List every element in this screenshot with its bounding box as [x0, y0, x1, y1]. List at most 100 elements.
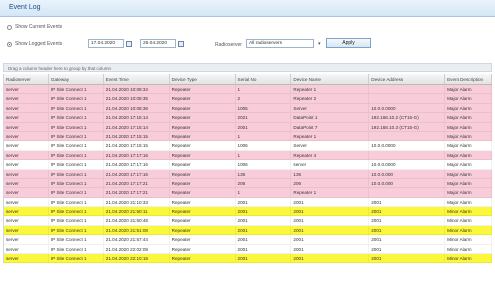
table-cell: 192.168.10.2 (CT15-G)	[369, 113, 446, 122]
table-cell: Repeater	[170, 244, 236, 254]
table-cell: IP Site Connect 1	[49, 197, 104, 207]
table-cell: IP Site Connect 1	[49, 113, 104, 122]
table-cell: Repeater	[170, 131, 236, 141]
table-row[interactable]: server IP Site Connect 1 21.04.2020 17:17:…	[4, 150, 492, 161]
show-logged-label: Show Logged Events	[15, 41, 63, 47]
column-header[interactable]: Serial No	[236, 74, 292, 84]
table-row[interactable]: server IP Site Connect 1 21.04.2020 10:08:…	[4, 85, 492, 95]
table-cell: Repeater 1	[291, 85, 370, 94]
table-cell: DataPoint 7	[291, 122, 370, 131]
table-row[interactable]: server IP Site Connect 1 21.04.2020 17:15:…	[4, 113, 492, 123]
table-cell: 2001	[291, 254, 370, 263]
logged-radio-icon[interactable]	[7, 41, 12, 47]
table-cell: 2001	[291, 207, 370, 216]
table-cell: 10.0.0.0000	[369, 141, 446, 150]
date-from-input[interactable]: 17.04.2020	[88, 39, 124, 48]
table-cell: 2001	[236, 207, 292, 216]
column-header[interactable]: Device Name	[291, 74, 370, 84]
table-row[interactable]: server IP Site Connect 1 21.04.2020 17:15:…	[4, 131, 492, 142]
table-cell: 21.04.2020 21:51:08	[104, 225, 170, 235]
table-cell: server	[4, 207, 49, 216]
calendar-icon[interactable]	[178, 41, 184, 47]
table-cell: 2001	[291, 216, 370, 225]
table-cell: 21.04.2020 17:17:21	[104, 178, 170, 188]
column-header[interactable]: Event Time	[104, 74, 170, 84]
table-cell: 2001	[236, 197, 292, 207]
table-cell: Major Alarm	[445, 160, 492, 169]
table-cell: Repeater	[170, 113, 236, 122]
table-cell: 10.0.0.000	[369, 169, 446, 178]
table-cell	[369, 188, 446, 197]
table-cell: 1	[236, 188, 292, 197]
table-cell: 2001	[291, 235, 370, 244]
table-cell: 21.04.2020 21:57:44	[104, 235, 170, 244]
table-cell: Repeater	[170, 225, 236, 235]
chevron-down-icon[interactable]: ▾	[318, 41, 321, 47]
table-cell: Repeater	[170, 85, 236, 94]
table-cell: 2001	[236, 225, 292, 235]
table-row[interactable]: server IP Site Connect 1 21.04.2020 10:08:…	[4, 94, 492, 104]
table-cell: 2001	[369, 216, 446, 225]
table-cell: Repeater	[170, 178, 236, 188]
table-cell: 21.04.2020 17:15:15	[104, 141, 170, 150]
table-cell: Major Alarm	[445, 94, 492, 103]
table-cell: 2001	[369, 197, 446, 207]
table-cell: Minor Alarm	[445, 235, 492, 244]
table-cell: 1005	[236, 103, 292, 113]
table-cell: Server	[291, 103, 370, 113]
table-cell: 1006	[236, 141, 292, 150]
table-cell: 10.0.0.0000	[369, 160, 446, 169]
table-cell: server	[4, 160, 49, 169]
column-header[interactable]: Gateway	[49, 74, 104, 84]
show-current-option[interactable]: Show Current Events	[7, 24, 62, 30]
column-header[interactable]: Radioserver	[4, 74, 49, 84]
table-row[interactable]: server IP Site Connect 1 21.04.2020 17:17:…	[4, 169, 492, 179]
table-cell: 2001	[369, 225, 446, 235]
table-cell: IP Site Connect 1	[49, 103, 104, 113]
table-cell: 10.0.0.000	[369, 178, 446, 188]
table-cell: Minor Alarm	[445, 207, 492, 216]
table-row[interactable]: server IP Site Connect 1 21.04.2020 21:50:…	[4, 207, 492, 217]
table-row[interactable]: server IP Site Connect 1 21.04.2020 17:17:…	[4, 178, 492, 189]
current-radio-icon[interactable]	[7, 24, 12, 30]
column-header[interactable]: Event Description	[445, 74, 492, 84]
table-row[interactable]: server IP Site Connect 1 21.04.2020 21:51:…	[4, 225, 492, 236]
table-row[interactable]: server IP Site Connect 1 21.04.2020 22:02:…	[4, 244, 492, 255]
table-cell: 1	[236, 131, 292, 141]
table-cell: IP Site Connect 1	[49, 85, 104, 94]
table-cell: server	[4, 244, 49, 254]
apply-button[interactable]: Apply	[326, 38, 371, 48]
column-header[interactable]: Device Address	[369, 74, 446, 84]
table-cell: Repeater	[170, 235, 236, 244]
table-cell: Repeater	[170, 150, 236, 160]
table-row[interactable]: server IP Site Connect 1 21.04.2020 17:17:…	[4, 160, 492, 170]
table-cell: Repeater	[170, 94, 236, 103]
table-cell: Repeater	[170, 197, 236, 207]
table-cell: Repeater	[170, 216, 236, 225]
table-row[interactable]: server IP Site Connect 1 21.04.2020 21:50:…	[4, 216, 492, 226]
table-cell: 206	[236, 178, 292, 188]
table-row[interactable]: server IP Site Connect 1 21.04.2020 17:15:…	[4, 141, 492, 151]
radioserver-select[interactable]: All radioservers	[246, 39, 314, 48]
table-row[interactable]: server IP Site Connect 1 21.04.2020 21:10:…	[4, 197, 492, 208]
table-row[interactable]: server IP Site Connect 1 21.04.2020 22:10:…	[4, 254, 492, 264]
table-cell: server	[4, 113, 49, 122]
table-row[interactable]: server IP Site Connect 1 21.04.2020 10:08:…	[4, 103, 492, 114]
table-cell: Repeater 4	[291, 150, 370, 160]
table-cell: server	[4, 150, 49, 160]
calendar-icon[interactable]	[126, 41, 132, 47]
table-cell: Minor Alarm	[445, 254, 492, 263]
group-by-panel[interactable]: Drag a column header here to group by th…	[3, 63, 492, 72]
table-cell: 136	[236, 169, 292, 178]
column-header[interactable]: Device Type	[170, 74, 236, 84]
table-cell: 21.04.2020 10:08:36	[104, 103, 170, 113]
table-row[interactable]: server IP Site Connect 1 21.04.2020 21:57:…	[4, 235, 492, 245]
table-row[interactable]: server IP Site Connect 1 21.04.2020 17:17:…	[4, 188, 492, 198]
date-to-input[interactable]: 26.04.2020	[140, 39, 176, 48]
table-row[interactable]: server IP Site Connect 1 21.04.2020 17:15:…	[4, 122, 492, 132]
show-logged-option[interactable]: Show Logged Events	[7, 41, 62, 47]
table-cell: 21.04.2020 10:08:34	[104, 85, 170, 94]
table-cell: DataPoint 1	[291, 113, 370, 122]
table-cell: 136	[291, 169, 370, 178]
table-cell: 2001	[369, 207, 446, 216]
